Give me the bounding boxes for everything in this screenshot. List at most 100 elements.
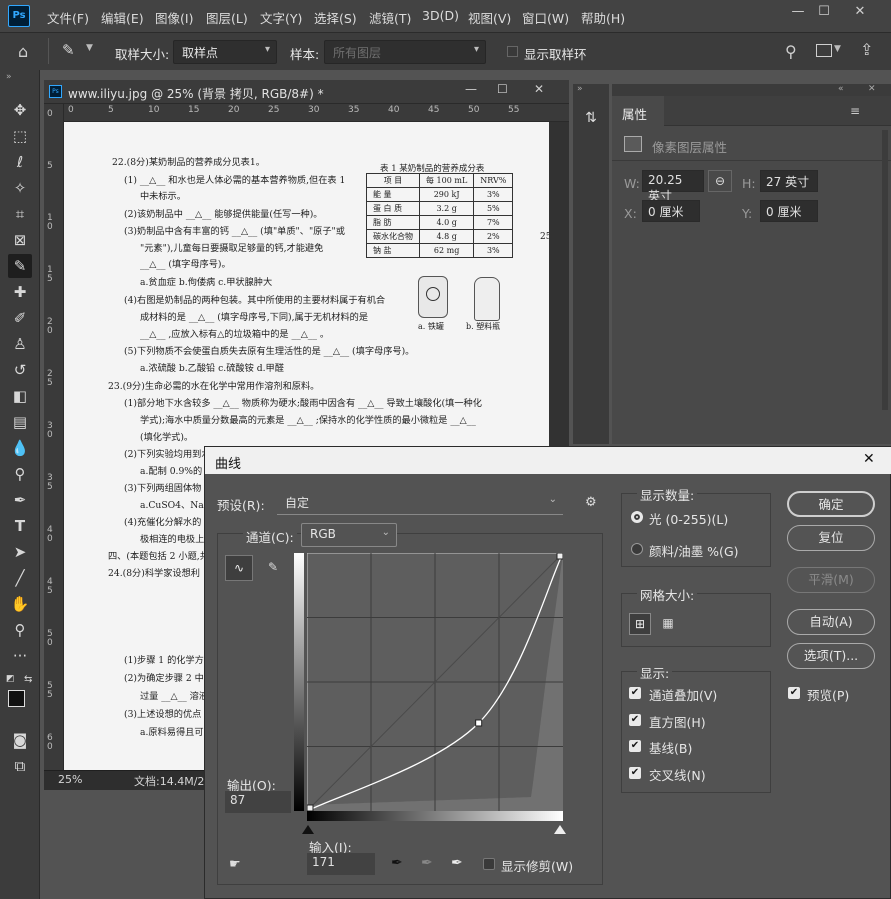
frame-tool-icon[interactable]: ⊠ (8, 228, 32, 252)
brush-tool-icon[interactable]: ✐ (8, 306, 32, 330)
minimize-icon[interactable]: — (465, 82, 477, 96)
chevron-down-icon[interactable]: ▼ (86, 43, 93, 53)
smooth-button[interactable]: 平滑(M) (787, 567, 875, 593)
pen-tool-icon[interactable]: ✒ (8, 488, 32, 512)
zoom-level[interactable]: 25% (58, 773, 82, 786)
output-field[interactable]: 87 (225, 791, 291, 813)
collapse-icon[interactable]: » (6, 72, 12, 82)
close-icon[interactable]: ✕ (848, 4, 872, 22)
preset-select[interactable]: 自定 ⌄ (277, 491, 563, 515)
show-clipping-checkbox[interactable] (483, 858, 495, 870)
grid-simple-icon[interactable]: ⊞ (629, 613, 651, 635)
curve-control-point[interactable] (556, 553, 563, 560)
blur-tool-icon[interactable]: 💧 (8, 436, 32, 460)
intersection-checkbox[interactable]: ✔ (629, 767, 641, 779)
healing-tool-icon[interactable]: ✚ (8, 280, 32, 304)
white-point-slider[interactable] (554, 825, 566, 834)
gray-eyedropper-icon[interactable]: ✒ (421, 855, 433, 871)
pencil-icon[interactable]: ✎ (259, 555, 287, 581)
curve-graph[interactable] (307, 553, 563, 811)
pigment-radio[interactable] (631, 543, 643, 555)
x-field[interactable]: 0 厘米 (642, 200, 700, 222)
eyedropper-tool-icon[interactable]: ✎ (8, 254, 32, 278)
menu-view[interactable]: 视图(V) (468, 8, 511, 27)
baseline-checkbox[interactable]: ✔ (629, 740, 641, 752)
gear-icon[interactable]: ⚙ (585, 495, 597, 510)
close-icon[interactable]: ✕ (863, 451, 875, 467)
menu-filter[interactable]: 滤镜(T) (369, 8, 411, 27)
curve-control-point[interactable] (475, 719, 483, 727)
histogram-checkbox[interactable]: ✔ (629, 714, 641, 726)
dialog-title-bar[interactable]: 曲线 ✕ (205, 447, 891, 474)
quick-select-tool-icon[interactable]: ✧ (8, 176, 32, 200)
sample-select[interactable]: 所有图层 ▾ (324, 40, 486, 64)
workspace-icon[interactable] (816, 44, 832, 57)
auto-button[interactable]: 自动(A) (787, 609, 875, 635)
dodge-tool-icon[interactable]: ⚲ (8, 462, 32, 486)
menu-3d[interactable]: 3D(D) (422, 8, 459, 23)
share-icon[interactable]: ⇪ (860, 40, 873, 59)
eraser-tool-icon[interactable]: ◧ (8, 384, 32, 408)
quick-mask-icon[interactable]: ◙ (8, 728, 32, 752)
marquee-tool-icon[interactable]: ⬚ (8, 124, 32, 148)
channel-overlay-checkbox[interactable]: ✔ (629, 687, 641, 699)
maximize-icon[interactable]: ☐ (497, 82, 508, 96)
black-point-slider[interactable] (302, 825, 314, 834)
white-eyedropper-icon[interactable]: ✒ (451, 855, 463, 871)
close-panel-icon[interactable]: ✕ (868, 84, 876, 94)
line-tool-icon[interactable]: ╱ (8, 566, 32, 590)
collapse-icon[interactable]: « (838, 84, 844, 94)
light-radio[interactable] (631, 511, 643, 523)
swap-colors-icon[interactable]: ⇆ (24, 674, 32, 685)
minimize-icon[interactable]: — (786, 4, 810, 22)
screen-mode-icon[interactable]: ⧉ (8, 754, 32, 778)
link-icon[interactable]: ⊖ (708, 170, 732, 192)
black-eyedropper-icon[interactable]: ✒ (391, 855, 403, 871)
input-field[interactable]: 171 (307, 853, 375, 875)
show-ring-checkbox[interactable] (507, 46, 518, 57)
history-brush-tool-icon[interactable]: ↺ (8, 358, 32, 382)
channel-select[interactable]: RGB ⌄ (301, 523, 397, 547)
eyedropper-tool-icon[interactable]: ✎ (62, 41, 75, 59)
home-icon[interactable]: ⌂ (18, 42, 28, 61)
document-title-bar[interactable]: Ps www.iliyu.jpg @ 25% (背景 拷贝, RGB/8#) *… (44, 80, 569, 104)
type-tool-icon[interactable]: T (8, 514, 32, 538)
sample-size-select[interactable]: 取样点 ▾ (173, 40, 277, 64)
menu-image[interactable]: 图像(I) (155, 8, 193, 27)
collapse-icon[interactable]: » (577, 84, 583, 94)
close-icon[interactable]: ✕ (534, 82, 544, 96)
height-field[interactable]: 27 英寸 (760, 170, 818, 192)
default-colors-icon[interactable]: ◩ (6, 674, 15, 684)
move-tool-icon[interactable]: ✥ (8, 98, 32, 122)
menu-help[interactable]: 帮助(H) (581, 8, 625, 27)
search-icon[interactable]: ⚲ (785, 42, 797, 61)
scrollbar[interactable] (882, 130, 888, 410)
on-image-adjust-icon[interactable]: ☛ (229, 857, 241, 872)
options-button[interactable]: 选项(T)... (787, 643, 875, 669)
menu-select[interactable]: 选择(S) (314, 8, 357, 27)
panel-menu-icon[interactable]: ≡ (850, 104, 860, 118)
curve-point-tool-icon[interactable]: ∿ (225, 555, 253, 581)
history-panel-icon[interactable]: ⇅ (581, 110, 601, 134)
y-field[interactable]: 0 厘米 (760, 200, 818, 222)
crop-tool-icon[interactable]: ⌗ (8, 202, 32, 226)
menu-edit[interactable]: 编辑(E) (101, 8, 144, 27)
more-tools-icon[interactable]: ··· (8, 644, 32, 668)
foreground-color-swatch[interactable] (8, 690, 25, 707)
ok-button[interactable]: 确定 (787, 491, 875, 517)
menu-layer[interactable]: 图层(L) (206, 8, 248, 27)
hand-tool-icon[interactable]: ✋ (8, 592, 32, 616)
menu-file[interactable]: 文件(F) (47, 8, 89, 27)
stamp-tool-icon[interactable]: ♙ (8, 332, 32, 356)
path-select-tool-icon[interactable]: ➤ (8, 540, 32, 564)
gradient-tool-icon[interactable]: ▤ (8, 410, 32, 434)
reset-button[interactable]: 复位 (787, 525, 875, 551)
width-field[interactable]: 20.25 英寸 (642, 170, 704, 203)
curve-control-point[interactable] (307, 804, 314, 811)
lasso-tool-icon[interactable]: ℓ (8, 150, 32, 174)
menu-window[interactable]: 窗口(W) (522, 8, 569, 27)
preview-checkbox[interactable]: ✔ (788, 687, 800, 699)
tab-properties[interactable]: 属性 (612, 96, 664, 126)
menu-type[interactable]: 文字(Y) (260, 8, 302, 27)
grid-detailed-icon[interactable]: ▦ (657, 613, 679, 635)
